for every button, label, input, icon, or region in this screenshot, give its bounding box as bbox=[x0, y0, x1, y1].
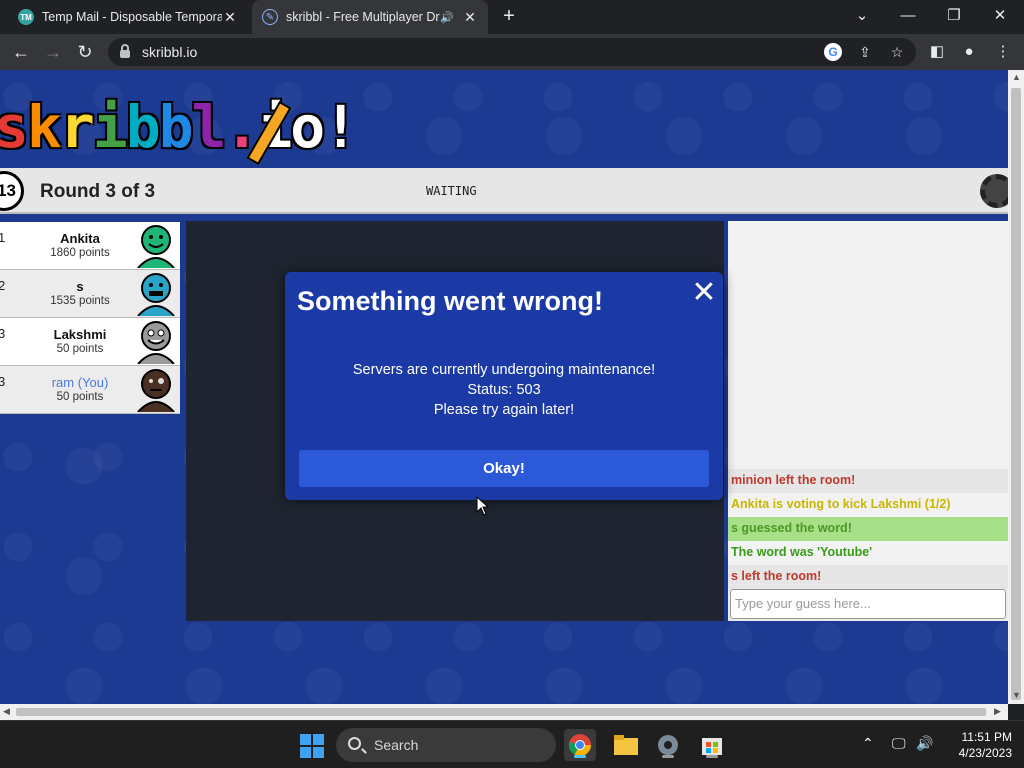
round-bar: 13 Round 3 of 3 WAITING bbox=[0, 168, 1008, 214]
error-dialog: Something went wrong! ✕ Servers are curr… bbox=[285, 272, 723, 500]
search-icon bbox=[348, 737, 361, 750]
new-tab-button[interactable]: + bbox=[498, 5, 520, 27]
player-avatar-icon bbox=[137, 321, 175, 364]
scroll-left-icon[interactable]: ◀ bbox=[3, 706, 10, 717]
close-tab-icon[interactable]: ✕ bbox=[462, 9, 478, 26]
horizontal-scrollbar[interactable]: ◀ ▶ bbox=[0, 704, 1008, 720]
lock-icon[interactable] bbox=[120, 44, 130, 58]
player-avatar-icon bbox=[137, 225, 175, 268]
close-window-button[interactable]: ✕ bbox=[978, 0, 1022, 30]
dialog-line: Servers are currently undergoing mainten… bbox=[352, 362, 656, 378]
tab-search-chevron-icon[interactable]: ⌄ bbox=[840, 0, 884, 30]
game-status: WAITING bbox=[426, 184, 477, 198]
file-explorer-icon[interactable] bbox=[610, 729, 642, 761]
player-points: 50 points bbox=[56, 391, 104, 403]
chat-message: The word was 'Youtube' bbox=[728, 541, 1008, 565]
chat-panel: minion left the room! Ankita is voting t… bbox=[728, 221, 1008, 621]
forward-button[interactable]: → bbox=[40, 40, 66, 64]
microsoft-store-icon[interactable] bbox=[696, 729, 728, 761]
chrome-icon[interactable] bbox=[564, 729, 596, 761]
scroll-down-icon[interactable]: ▼ bbox=[1012, 690, 1021, 700]
tab-temp-mail[interactable]: TM Temp Mail - Disposable Tempora ✕ bbox=[8, 0, 248, 34]
scroll-up-icon[interactable]: ▲ bbox=[1012, 72, 1021, 82]
minimize-button[interactable]: — bbox=[886, 0, 930, 30]
search-label: Search bbox=[374, 737, 419, 753]
player-list: 1 Ankita 1860 points 2 s 1535 points 3 L… bbox=[0, 222, 180, 414]
taskbar-clock[interactable]: 11:51 PM 4/23/2023 bbox=[946, 729, 1012, 761]
chat-message: minion left the room! bbox=[728, 469, 1008, 493]
player-row-you[interactable]: 3 ram (You) 50 points bbox=[0, 366, 180, 414]
restore-button[interactable]: ❐ bbox=[932, 0, 976, 30]
bookmark-star-icon[interactable]: ☆ bbox=[886, 42, 908, 62]
dialog-line: Status: 503 bbox=[467, 382, 541, 398]
player-name: Lakshmi bbox=[53, 327, 107, 342]
player-points: 50 points bbox=[56, 343, 104, 355]
close-dialog-icon[interactable]: ✕ bbox=[691, 278, 717, 308]
scroll-right-icon[interactable]: ▶ bbox=[994, 706, 1001, 717]
settings-gear-icon[interactable] bbox=[980, 174, 1008, 208]
chat-empty-area bbox=[728, 221, 1008, 469]
browser-toolbar: ← → ↻ skribbl.io G ⇪ ☆ ◧ ● ⋮ bbox=[0, 34, 1024, 70]
player-points: 1535 points bbox=[50, 295, 110, 307]
okay-button[interactable]: Okay! bbox=[299, 450, 709, 487]
vertical-scrollbar[interactable]: ▲ ▼ bbox=[1008, 70, 1024, 704]
dialog-line: Please try again later! bbox=[433, 402, 575, 418]
reload-button[interactable]: ↻ bbox=[72, 40, 98, 64]
player-points: 1860 points bbox=[50, 247, 110, 259]
chat-message: s guessed the word! bbox=[728, 517, 1008, 541]
windows-start-icon[interactable] bbox=[300, 734, 324, 758]
menu-kebab-icon[interactable]: ⋮ bbox=[990, 40, 1016, 64]
speaker-icon[interactable]: 🔊 bbox=[440, 11, 454, 24]
round-label: Round 3 of 3 bbox=[40, 181, 156, 202]
skribbl-page: skribbl.io! 13 Round 3 of 3 WAITING 1 An… bbox=[0, 70, 1008, 704]
horizontal-scroll-thumb[interactable] bbox=[16, 708, 986, 716]
skribbl-favicon-icon: ✎ bbox=[262, 9, 278, 25]
close-tab-icon[interactable]: ✕ bbox=[222, 9, 238, 26]
dialog-message: Servers are currently undergoing mainten… bbox=[285, 360, 723, 420]
taskbar-time: 11:51 PM bbox=[961, 730, 1012, 744]
browser-tab-strip: TM Temp Mail - Disposable Tempora ✕ ✎ sk… bbox=[0, 0, 1024, 34]
player-name: Ankita bbox=[60, 231, 100, 246]
chat-message: Ankita is voting to kick Lakshmi (1/2) bbox=[728, 493, 1008, 517]
volume-icon[interactable]: 🔊 bbox=[916, 735, 933, 752]
player-name: ram (You) bbox=[51, 375, 109, 390]
settings-icon[interactable] bbox=[652, 729, 684, 761]
back-button[interactable]: ← bbox=[8, 40, 34, 64]
player-avatar-icon bbox=[137, 369, 175, 412]
chat-message: s left the room! bbox=[728, 565, 1008, 589]
side-panel-icon[interactable]: ◧ bbox=[924, 40, 950, 64]
dialog-title: Something went wrong! bbox=[297, 286, 603, 316]
temp-mail-favicon-icon: TM bbox=[18, 9, 34, 25]
share-icon[interactable]: ⇪ bbox=[854, 42, 876, 62]
mouse-cursor-icon bbox=[476, 496, 490, 516]
address-bar[interactable]: skribbl.io G ⇪ ☆ bbox=[108, 38, 916, 66]
tab-title: Temp Mail - Disposable Tempora bbox=[42, 10, 222, 24]
vertical-scroll-thumb[interactable] bbox=[1011, 88, 1021, 700]
player-row[interactable]: 2 s 1535 points bbox=[0, 270, 180, 318]
player-rank: 3 bbox=[0, 326, 6, 341]
tab-skribbl[interactable]: ✎ skribbl - Free Multiplayer Dra 🔊 ✕ bbox=[252, 0, 488, 34]
network-icon[interactable]: 🖵 bbox=[892, 735, 906, 752]
guess-input[interactable]: Type your guess here... bbox=[730, 589, 1006, 619]
player-row[interactable]: 1 Ankita 1860 points bbox=[0, 222, 180, 270]
player-avatar-icon bbox=[137, 273, 175, 316]
player-rank: 2 bbox=[0, 278, 6, 293]
profile-icon[interactable]: ● bbox=[956, 40, 982, 64]
tab-title: skribbl - Free Multiplayer Dra bbox=[286, 10, 441, 24]
taskbar-date: 4/23/2023 bbox=[958, 746, 1012, 760]
timer-clock-icon: 13 bbox=[0, 171, 24, 211]
player-rank: 1 bbox=[0, 230, 6, 245]
windows-taskbar: Search ⌃ 🖵 🔊 11:51 PM 4/23/2023 bbox=[0, 720, 1024, 768]
player-rank: 3 bbox=[0, 374, 6, 389]
url-text[interactable]: skribbl.io bbox=[142, 44, 197, 60]
google-icon[interactable]: G bbox=[824, 43, 842, 61]
show-hidden-icons-chevron-icon[interactable]: ⌃ bbox=[862, 735, 874, 752]
player-row[interactable]: 3 Lakshmi 50 points bbox=[0, 318, 180, 366]
player-name: s bbox=[76, 279, 84, 294]
taskbar-search[interactable]: Search bbox=[336, 728, 556, 762]
skribbl-logo: skribbl.io! bbox=[0, 93, 358, 161]
